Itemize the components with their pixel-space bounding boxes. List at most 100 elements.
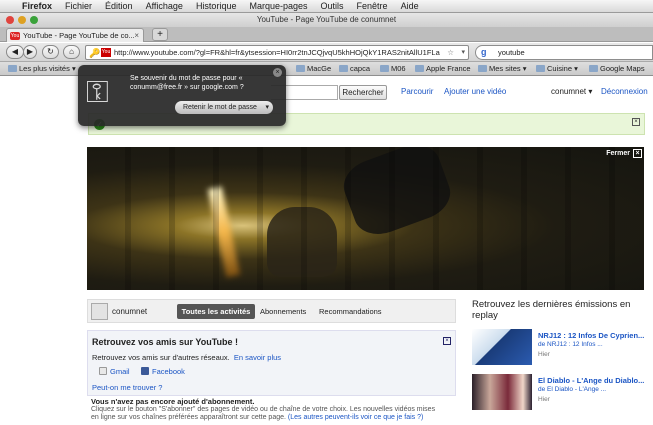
back-button[interactable]: ◀ [6,45,24,59]
menu-fenetre[interactable]: Fenêtre [357,1,388,11]
window-titlebar: YouTube - Page YouTube de conumnet [0,13,653,27]
url-bar[interactable]: 🔑 You http://www.youtube.com/?gl=FR&hl=f… [85,45,469,60]
gmail-link[interactable]: Gmail [99,367,130,376]
avatar[interactable] [91,303,108,320]
activity-bar: conumnet Toutes les activités Abonnement… [87,299,456,323]
zoom-window-icon[interactable] [30,16,38,24]
home-icon: ⌂ [69,47,74,56]
tab-all-activities[interactable]: Toutes les activités [177,304,255,319]
url-text: http://www.youtube.com/?gl=FR&hl=fr&ytse… [114,48,440,57]
close-window-icon[interactable] [6,16,14,24]
close-panel-icon[interactable]: × [443,337,451,345]
bookmark-google-maps[interactable]: Google Maps [589,62,645,76]
bookmark-capca[interactable]: capca [339,62,370,76]
tab-subscriptions[interactable]: Abonnements [260,307,306,316]
close-tab-icon[interactable]: × [134,29,139,42]
site-favicon-icon: You [101,48,111,57]
replay-title[interactable]: NRJ12 : 12 Infos De Cyprien... [538,331,644,340]
key-icon[interactable]: 🔑 [89,47,100,59]
google-search-icon[interactable]: g [481,46,487,59]
window-title: YouTube - Page YouTube de conumnet [256,15,397,24]
banner-shadow-bars [87,147,644,290]
menu-aide[interactable]: Aide [401,1,419,11]
username: conumnet [551,87,587,96]
forward-button[interactable]: ▶ [23,45,37,59]
reload-icon: ↻ [47,47,54,56]
menu-fichier[interactable]: Fichier [65,1,92,11]
find-friends-description: Retrouvez vos amis sur d'autres réseaux. [92,353,230,362]
tab-strip: You YouTube - Page YouTube de co... × + [0,27,653,42]
user-menu[interactable]: conumnet ▾ [551,87,592,96]
bookmark-label: Cuisine [547,64,573,73]
save-password-message: Se souvenir du mot de passe pour « conum… [130,75,244,91]
close-notice-icon[interactable]: × [632,118,640,126]
replay-item[interactable]: NRJ12 : 12 Infos De Cyprien... de NRJ12 … [472,329,647,369]
bookmark-les-plus-visites[interactable]: Les plus visités ▾ [8,62,76,76]
find-friends-title: Retrouvez vos amis sur YouTube ! [92,337,239,347]
bookmark-cuisine[interactable]: Cuisine ▾ [536,62,578,76]
menu-firefox[interactable]: Firefox [22,1,52,11]
minimize-window-icon[interactable] [18,16,26,24]
save-password-popup: ⚿ Se souvenir du mot de passe pour « con… [78,65,286,126]
tab-recommendations[interactable]: Recommandations [319,307,382,316]
folder-icon [536,65,545,72]
learn-more-link[interactable]: En savoir plus [234,353,281,362]
folder-icon [8,65,17,72]
close-popup-icon[interactable]: × [273,68,282,77]
bookmark-macge[interactable]: MacGe [296,62,331,76]
who-can-find-me-link[interactable]: Peut-on me trouver ? [92,383,162,392]
upload-link[interactable]: Ajouter une vidéo [444,87,506,96]
search-bar[interactable]: g youtube [475,45,653,60]
facebook-label: Facebook [152,367,185,376]
home-button[interactable]: ⌂ [63,45,80,59]
youtube-search-button[interactable]: Rechercher [339,85,387,100]
url-dropdown-icon[interactable]: ▾ [461,46,465,59]
remember-password-label: Retenir le mot de passe [183,104,257,111]
replay-source[interactable]: de El Diablo - L'Ange ... [538,386,606,393]
menu-affichage[interactable]: Affichage [146,1,183,11]
gmail-icon [99,367,107,375]
search-bar-value: youtube [498,48,525,57]
reload-button[interactable]: ↻ [42,45,59,59]
banner-close-label: Fermer [606,150,630,157]
tab-label: YouTube - Page YouTube de co... [23,31,135,40]
browse-link[interactable]: Parcourir [401,87,433,96]
page-icon [589,65,598,72]
chevron-down-icon[interactable]: ▾ [265,101,269,114]
bookmark-mes-sites[interactable]: Mes sites ▾ [478,62,527,76]
replay-date: Hier [538,351,550,358]
key-icon: ⚿ [86,76,109,109]
menu-marque-pages[interactable]: Marque-pages [249,1,307,11]
bookmark-label: Mes sites [489,64,521,73]
page-icon [296,65,305,72]
facebook-link[interactable]: Facebook [141,367,185,376]
youtube-favicon-icon: You [10,32,20,40]
bookmark-label: MacGe [307,64,332,73]
back-arrow-icon: ◀ [11,47,19,56]
activity-username[interactable]: conumnet [112,307,147,316]
bookmark-m06[interactable]: M06 [380,62,406,76]
folder-icon [478,65,487,72]
remember-password-button[interactable]: Retenir le mot de passe ▾ [175,101,273,114]
video-thumbnail[interactable] [472,329,532,365]
bookmark-apple-france[interactable]: Apple France [415,62,471,76]
replay-source[interactable]: de NRJ12 : 12 Infos ... [538,341,603,348]
find-friends-text: Retrouvez vos amis sur d'autres réseaux.… [92,353,281,362]
new-tab-button[interactable]: + [152,28,168,41]
banner-close-button[interactable]: Fermer × [606,149,642,158]
video-banner[interactable]: Fermer × [87,147,644,290]
page-icon [415,65,424,72]
bookmark-label: Google Maps [600,64,645,73]
privacy-link[interactable]: (Les autres peuvent-ils voir ce que je f… [288,414,423,421]
menu-historique[interactable]: Historique [196,1,237,11]
mac-menubar: Firefox Fichier Édition Affichage Histor… [0,0,653,13]
video-thumbnail[interactable] [472,374,532,410]
menu-outils[interactable]: Outils [321,1,344,11]
replay-title[interactable]: El Diablo - L'Ange du Diablo... [538,376,644,385]
bookmark-star-icon[interactable]: ☆ [447,46,454,59]
forward-arrow-icon: ▶ [26,47,34,56]
replay-item[interactable]: El Diablo - L'Ange du Diablo... de El Di… [472,374,647,414]
tab-youtube[interactable]: You YouTube - Page YouTube de co... × [6,28,144,42]
menu-edition[interactable]: Édition [105,1,133,11]
logout-link[interactable]: Déconnexion [601,87,648,96]
